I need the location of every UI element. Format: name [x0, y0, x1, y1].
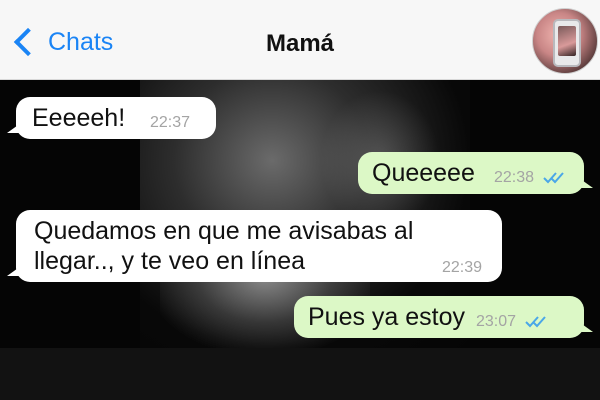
double-check-icon	[524, 316, 546, 328]
message-time: 22:39	[442, 259, 483, 276]
footer-bar	[0, 348, 600, 400]
contact-name[interactable]: Mamá	[0, 30, 600, 58]
message-incoming[interactable]: Eeeeeh! 22:37	[7, 97, 216, 139]
avatar-photo	[553, 19, 581, 67]
message-incoming[interactable]: Quedamos en que me avisabas al llegar..,…	[7, 210, 502, 282]
double-check-icon	[542, 172, 564, 184]
message-time: 22:38	[494, 169, 535, 186]
message-time: 23:07	[476, 313, 517, 330]
message-time: 22:37	[150, 114, 191, 131]
message-outgoing[interactable]: Pues ya estoy 23:07	[294, 296, 593, 338]
chat-area[interactable]: Eeeeeh! 22:37 Queeeee 22:38 Quedamos en …	[0, 80, 600, 348]
avatar[interactable]	[532, 8, 598, 74]
message-outgoing[interactable]: Queeeee 22:38	[358, 152, 593, 194]
message-text: Pues ya estoy	[308, 303, 466, 331]
message-text: Queeeee	[372, 159, 475, 187]
chat-header: Chats Mamá	[0, 0, 600, 80]
message-text: Quedamos en que me avisabas al llegar..,…	[34, 217, 414, 275]
message-text: Eeeeeh!	[32, 104, 126, 132]
